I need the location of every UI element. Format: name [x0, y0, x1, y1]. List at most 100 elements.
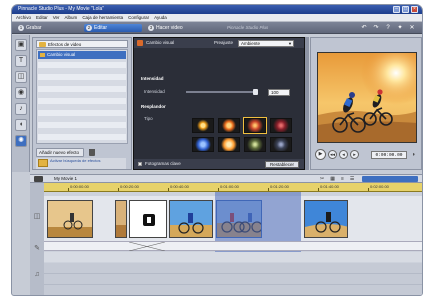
effects-list: Cambio visual	[36, 49, 128, 144]
menu-edit[interactable]: Editar	[36, 14, 48, 21]
preset-select[interactable]: Ambiente ▼	[238, 40, 294, 47]
disc-icon[interactable]: ◉	[15, 87, 27, 99]
list-item[interactable]	[38, 74, 126, 80]
tab-capture[interactable]: 1 Grabar	[16, 24, 46, 32]
menu-toolbox[interactable]: Caja de herramienta	[82, 14, 123, 21]
ruler-tick-mark	[368, 188, 369, 191]
rewind-icon[interactable]: ◂◂	[328, 150, 337, 159]
maximize-button[interactable]: □	[402, 6, 409, 13]
video-clip-cyclist-sky[interactable]	[304, 200, 348, 238]
brand-label: Pinnacle Studio Plus	[227, 25, 269, 30]
link-label: Activar búsqueda de efectos	[50, 158, 101, 163]
help-icon[interactable]: ?	[384, 24, 392, 32]
ruler-tick-mark	[168, 188, 169, 191]
list-item-label: Cambio visual	[47, 52, 76, 57]
music-track-lanes[interactable]	[44, 263, 422, 295]
library-header[interactable]: Efectos de video	[36, 40, 128, 48]
ruler-tick: 0:02:00.00	[370, 184, 389, 189]
text-icon[interactable]: T	[15, 55, 27, 67]
play-icon[interactable]: ▶	[315, 149, 326, 160]
mode-bar: 1 Grabar 2 Editar 3 Hacer video Pinnacle…	[12, 22, 422, 34]
window-close-button[interactable]: ×	[411, 6, 418, 13]
transition-clip[interactable]	[129, 200, 167, 238]
list-item[interactable]	[38, 98, 126, 104]
package-icon	[38, 159, 48, 167]
window-title: Pinnacle Studio Plus - My Movie "Lola"	[18, 6, 105, 12]
menu-album[interactable]: Album	[65, 14, 78, 21]
timeline-ruler[interactable]: 0:00:00.00 0:00:20.00 0:00:40.00 0:01:00…	[44, 183, 422, 192]
video-clip-cyclists[interactable]	[169, 200, 213, 238]
effect-footer: Fotogramas clave Restablecer	[134, 159, 304, 169]
forward-icon[interactable]: ▸	[350, 150, 359, 159]
ruler-tick: 0:00:40.00	[170, 184, 189, 189]
storyboard-view-icon[interactable]: ▦	[330, 175, 335, 183]
list-item[interactable]	[38, 134, 126, 140]
effect-search-link[interactable]: Activar búsqueda de efectos	[36, 158, 126, 169]
volume-icon[interactable]: ◗	[412, 151, 419, 159]
title-track[interactable]	[44, 241, 422, 251]
split-icon[interactable]: ✂	[320, 175, 324, 183]
audio-track[interactable]	[44, 252, 422, 262]
video-clip-short[interactable]	[115, 200, 127, 238]
effects-icon[interactable]: ✺	[15, 135, 27, 147]
speaker-icon[interactable]: ◖	[15, 119, 27, 131]
glow-swatch[interactable]	[244, 137, 266, 152]
folder-icon	[39, 42, 46, 47]
effect-icon	[137, 40, 143, 46]
intensity-value-field[interactable]: 100	[268, 89, 290, 96]
tab-edit[interactable]: 2 Editar	[84, 24, 142, 32]
tab-number: 1	[18, 25, 24, 31]
title-track-icon[interactable]: ✎	[33, 245, 41, 253]
glow-swatch[interactable]	[192, 118, 214, 133]
list-item[interactable]	[38, 86, 126, 92]
audio-track-icon[interactable]: ♫	[33, 271, 41, 279]
menu-file[interactable]: Archivo	[16, 14, 31, 21]
ruler-tick-mark	[218, 188, 219, 191]
glow-swatch[interactable]	[243, 117, 267, 134]
glow-swatch[interactable]	[218, 118, 240, 133]
back-icon[interactable]: ◂	[339, 150, 348, 159]
menu-help[interactable]: Ayuda	[154, 14, 167, 21]
tab-make-movie[interactable]: 3 Hacer video	[146, 24, 187, 32]
preset-value: Ambiente	[241, 41, 261, 46]
menu-view[interactable]: Ver	[53, 14, 60, 21]
tab-label: Editar	[94, 25, 108, 31]
reset-button[interactable]: Restablecer	[265, 161, 299, 168]
image-icon[interactable]: ◫	[15, 71, 27, 83]
timeline-view-icon[interactable]: ≡	[341, 175, 344, 183]
glow-swatch[interactable]	[218, 137, 240, 152]
close-icon[interactable]: ✕	[408, 24, 416, 32]
redo-icon[interactable]: ↷	[372, 24, 380, 32]
keyframes-checkbox[interactable]	[138, 162, 142, 166]
music-icon[interactable]: ♪	[15, 103, 27, 115]
timeline-zoom-scrollbar[interactable]	[362, 176, 418, 182]
timecode-display[interactable]: 0:00:00.00	[371, 151, 407, 159]
list-item[interactable]	[38, 122, 126, 128]
effect-icon	[40, 53, 45, 57]
text-view-icon[interactable]: ☰	[350, 175, 354, 183]
list-item[interactable]	[38, 62, 126, 68]
menu-settings[interactable]: Configurar	[128, 14, 149, 21]
film-icon[interactable]: ▣	[15, 39, 27, 51]
glow-swatch[interactable]	[270, 118, 292, 133]
panel-splitter[interactable]	[305, 37, 309, 170]
intensity-slider[interactable]	[186, 89, 258, 95]
bulb-icon[interactable]: ✦	[396, 24, 404, 32]
undo-icon[interactable]: ↶	[360, 24, 368, 32]
effects-library: Efectos de video Cambio visual Añadir nu…	[32, 37, 132, 170]
movie-name: My Movie 1	[54, 176, 78, 181]
video-clip-desert[interactable]	[47, 200, 93, 238]
list-item-selected[interactable]: Cambio visual	[38, 51, 126, 59]
track-header-column: ◫ ✎ ♫	[30, 183, 44, 295]
video-track-icon[interactable]: ◫	[33, 213, 41, 221]
glow-swatch[interactable]	[192, 137, 214, 152]
minimize-button[interactable]: –	[393, 6, 400, 13]
slider-handle[interactable]	[253, 89, 258, 95]
glow-section-title: Resplandor	[141, 104, 166, 109]
add-effect-button[interactable]: Añadir nuevo efecto	[36, 148, 84, 157]
trash-icon[interactable]	[89, 149, 95, 156]
glow-swatch[interactable]	[270, 137, 292, 152]
timeline-tracks	[44, 192, 422, 295]
list-item[interactable]	[38, 110, 126, 116]
tab-label: Grabar	[26, 25, 42, 31]
